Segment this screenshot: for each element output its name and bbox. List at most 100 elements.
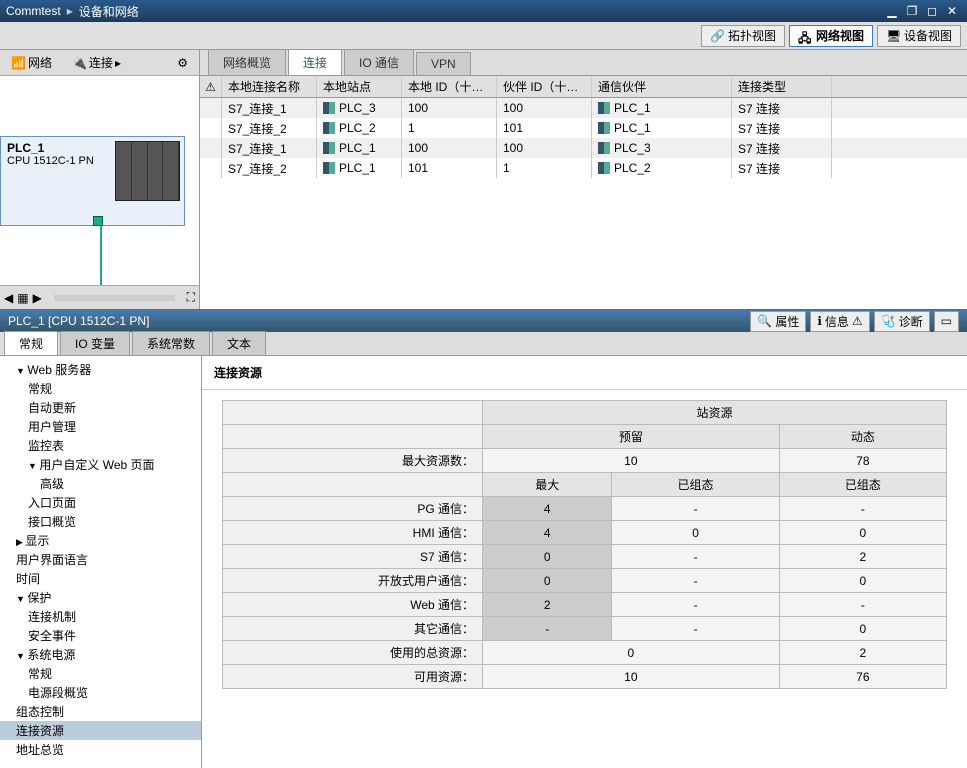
col-name[interactable]: 本地连接名称 <box>222 76 317 97</box>
page-title: 设备和网络 <box>79 3 139 20</box>
property-panel: 连接资源 站资源 预留动态 最大资源数：1078 最大已组态已组态 PG 通信：… <box>202 356 967 768</box>
col-dynamic: 动态 <box>779 425 946 449</box>
tree-node[interactable]: 显示 <box>0 531 201 550</box>
col-lid[interactable]: 本地 ID（十… <box>402 76 497 97</box>
network-view-button[interactable]: 🖧网络视图 <box>789 25 873 47</box>
row-avail: 可用资源： <box>223 665 483 689</box>
tree-node[interactable]: 系统电源 <box>0 645 201 664</box>
ethernet-port-icon[interactable] <box>93 216 103 226</box>
col-station: 站资源 <box>483 401 947 425</box>
tab-text[interactable]: 文本 <box>212 331 266 355</box>
tree-node[interactable]: 入口页面 <box>0 493 201 512</box>
row-maxres: 最大资源数： <box>223 449 483 473</box>
tree-node[interactable]: 自动更新 <box>0 398 201 417</box>
tree-node[interactable]: 时间 <box>0 569 201 588</box>
device-image <box>115 141 180 201</box>
right-tabs: 网络概览 连接 IO 通信 VPN <box>200 50 967 76</box>
topology-view-button[interactable]: 🔗拓扑视图 <box>701 25 785 47</box>
nav-right-icon[interactable]: ▶ <box>29 291 46 305</box>
canvas-statusbar: ◀ ▦ ▶ ⛶ <box>0 285 199 309</box>
tree-node[interactable]: 保护 <box>0 588 201 607</box>
inspector-title-text: PLC_1 [CPU 1512C-1 PN] <box>8 314 149 328</box>
tab-overview[interactable]: 网络概览 <box>208 49 286 75</box>
network-icon: 🖧 <box>798 29 812 43</box>
properties-button[interactable]: 🔍 属性 <box>750 311 806 332</box>
grid-header: ⚠ 本地连接名称 本地站点 本地 ID（十… 伙伴 ID（十… 通信伙伴 连接类… <box>200 76 967 98</box>
network-canvas[interactable]: PLC_1 CPU 1512C-1 PN <box>0 76 199 285</box>
table-row[interactable]: S7_连接_2PLC_21101PLC_1S7 连接 <box>200 118 967 138</box>
fit-icon[interactable]: ⛶ <box>183 290 199 305</box>
tree-node[interactable]: 接口概览 <box>0 512 201 531</box>
tree-node[interactable]: 常规 <box>0 664 201 683</box>
nav-grid-icon[interactable]: ▦ <box>17 291 28 305</box>
tree-node[interactable]: Web 服务器 <box>0 360 201 379</box>
tree-node[interactable]: 电源段概览 <box>0 683 201 702</box>
tab-iocomm[interactable]: IO 通信 <box>344 49 414 75</box>
connect-mode-button[interactable]: 🔌 连接 ▸ <box>65 51 128 74</box>
view-toolbar: 🔗拓扑视图 🖧网络视图 🖥设备视图 <box>0 22 967 50</box>
tree-node[interactable]: 组态控制 <box>0 702 201 721</box>
minimize-icon[interactable]: ▁ <box>883 4 901 18</box>
table-row[interactable]: S7_连接_1PLC_3100100PLC_1S7 连接 <box>200 98 967 118</box>
zoom-slider[interactable] <box>54 295 175 301</box>
resource-row: 其它通信：--0 <box>223 617 947 641</box>
canvas-toolbar: 📶 网络 🔌 连接 ▸ ⚙ <box>0 50 199 76</box>
resource-row: HMI 通信：400 <box>223 521 947 545</box>
warning-icon: ⚠ <box>200 76 222 97</box>
inspector-pane: PLC_1 [CPU 1512C-1 PN] 🔍 属性 ℹ 信息 ⚠ 🩺 诊断 … <box>0 310 967 768</box>
diagnostics-button[interactable]: 🩺 诊断 <box>874 311 930 332</box>
breadcrumb-sep: ▸ <box>67 4 73 18</box>
panel-title: 连接资源 <box>202 356 967 390</box>
device-icon: 🖥 <box>886 29 900 43</box>
tree-node[interactable]: 连接机制 <box>0 607 201 626</box>
connections-grid[interactable]: ⚠ 本地连接名称 本地站点 本地 ID（十… 伙伴 ID（十… 通信伙伴 连接类… <box>200 76 967 309</box>
tree-node[interactable]: 常规 <box>0 379 201 398</box>
tree-node[interactable]: 安全事件 <box>0 626 201 645</box>
network-canvas-pane: 📶 网络 🔌 连接 ▸ ⚙ PLC_1 CPU 1512C-1 PN ◀ ▦ ▶… <box>0 50 200 309</box>
col-max: 最大 <box>483 473 612 497</box>
resource-row: 开放式用户通信：0-0 <box>223 569 947 593</box>
device-node-plc1[interactable]: PLC_1 CPU 1512C-1 PN <box>0 136 185 226</box>
maximize-icon[interactable]: ◻ <box>923 4 941 18</box>
tree-node[interactable]: 高级 <box>0 474 201 493</box>
info-button[interactable]: ℹ 信息 ⚠ <box>810 311 869 332</box>
col-partner[interactable]: 通信伙伴 <box>592 76 732 97</box>
tab-vpn[interactable]: VPN <box>416 52 471 75</box>
device-view-button[interactable]: 🖥设备视图 <box>877 25 961 47</box>
project-name: Commtest <box>6 4 61 18</box>
col-type[interactable]: 连接类型 <box>732 76 832 97</box>
tree-node[interactable]: 监控表 <box>0 436 201 455</box>
network-mode-button[interactable]: 📶 网络 <box>4 51 59 74</box>
restore-icon[interactable]: ❐ <box>903 4 921 18</box>
tree-node[interactable]: 用户界面语言 <box>0 550 201 569</box>
nav-left-icon[interactable]: ◀ <box>0 291 17 305</box>
property-tree[interactable]: Web 服务器常规自动更新用户管理监控表用户自定义 Web 页面高级入口页面接口… <box>0 356 202 768</box>
col-pid[interactable]: 伙伴 ID（十… <box>497 76 592 97</box>
canvas-tool-icon[interactable]: ⚙ <box>170 53 195 73</box>
titlebar: Commtest ▸ 设备和网络 ▁ ❐ ◻ ✕ <box>0 0 967 22</box>
inspector-tabs: 常规 IO 变量 系统常数 文本 <box>0 332 967 356</box>
col-local[interactable]: 本地站点 <box>317 76 402 97</box>
tab-connections[interactable]: 连接 <box>288 49 342 75</box>
col-conf1: 已组态 <box>612 473 779 497</box>
table-row[interactable]: S7_连接_2PLC_11011PLC_2S7 连接 <box>200 158 967 178</box>
network-wire <box>100 226 102 285</box>
table-row[interactable]: S7_连接_1PLC_1100100PLC_3S7 连接 <box>200 138 967 158</box>
close-icon[interactable]: ✕ <box>943 4 961 18</box>
resource-table: 站资源 预留动态 最大资源数：1078 最大已组态已组态 PG 通信：4--HM… <box>222 400 947 689</box>
tree-node[interactable]: 连接资源 <box>0 721 201 740</box>
col-reserved: 预留 <box>483 425 780 449</box>
resource-row: Web 通信：2-- <box>223 593 947 617</box>
tab-general[interactable]: 常规 <box>4 331 58 355</box>
tree-node[interactable]: 用户管理 <box>0 417 201 436</box>
tab-iovar[interactable]: IO 变量 <box>60 331 130 355</box>
resource-row: PG 通信：4-- <box>223 497 947 521</box>
inspector-title: PLC_1 [CPU 1512C-1 PN] 🔍 属性 ℹ 信息 ⚠ 🩺 诊断 … <box>0 310 967 332</box>
tree-node[interactable]: 地址总览 <box>0 740 201 759</box>
tree-node[interactable]: 用户自定义 Web 页面 <box>0 455 201 474</box>
row-used: 使用的总资源： <box>223 641 483 665</box>
tab-sysconst[interactable]: 系统常数 <box>132 331 210 355</box>
resource-row: S7 通信：0-2 <box>223 545 947 569</box>
connections-pane: 网络概览 连接 IO 通信 VPN ⚠ 本地连接名称 本地站点 本地 ID（十…… <box>200 50 967 309</box>
collapse-icon[interactable]: ▭ <box>934 311 959 332</box>
